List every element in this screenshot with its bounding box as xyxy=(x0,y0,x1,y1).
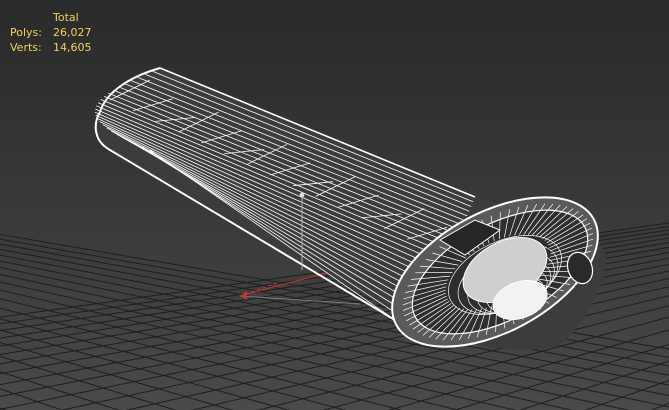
verts-label: Verts: xyxy=(10,41,42,54)
grid-line xyxy=(650,402,669,410)
stats-row-verts: Verts: 14,605 xyxy=(10,40,92,55)
axis-x-line xyxy=(239,272,327,297)
stats-header-total: Total xyxy=(53,11,79,24)
pivot-point-icon xyxy=(299,192,305,198)
viewport-perspective[interactable]: Total Polys: 26,027 Verts: 14,605 xyxy=(0,0,669,410)
viewport-statistics: Total Polys: 26,027 Verts: 14,605 xyxy=(10,10,92,55)
polys-value: 26,027 xyxy=(53,26,92,39)
axis-x-arrow-icon xyxy=(240,291,247,300)
stats-row-polys: Polys: 26,027 xyxy=(10,25,92,40)
stats-header-row: Total xyxy=(10,10,92,25)
polys-label: Polys: xyxy=(10,26,42,39)
verts-value: 14,605 xyxy=(53,41,92,54)
scene-canvas[interactable] xyxy=(0,0,669,410)
